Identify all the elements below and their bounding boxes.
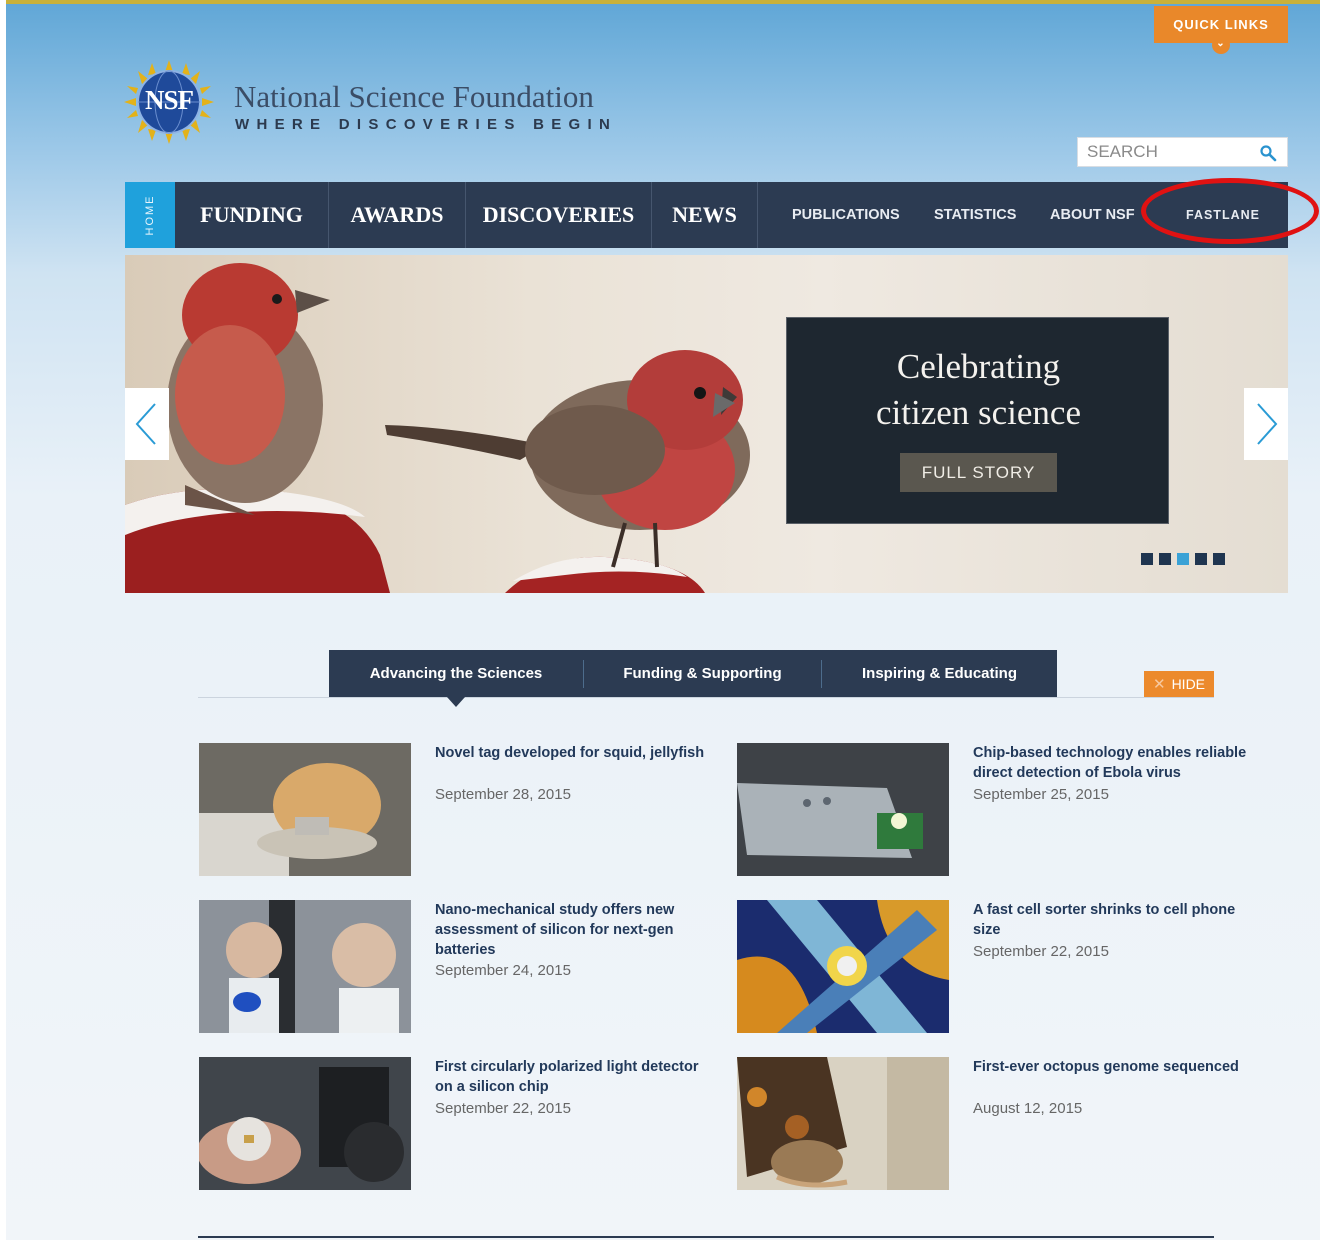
- story-date: August 12, 2015: [973, 1100, 1083, 1117]
- story-date: September 24, 2015: [435, 962, 571, 979]
- carousel-indicators: [1141, 553, 1225, 565]
- chevron-left-icon: [135, 403, 156, 445]
- tab-advancing-the-sciences[interactable]: Advancing the Sciences: [329, 650, 583, 697]
- story-title[interactable]: Nano-mechanical study offers new assessm…: [435, 900, 715, 960]
- tagline: WHERE DISCOVERIES BEGIN: [235, 116, 618, 133]
- chevron-down-icon: ⌄: [1212, 36, 1230, 54]
- tab-funding-supporting[interactable]: Funding & Supporting: [584, 650, 821, 697]
- quick-links-label: QUICK LINKS: [1173, 17, 1269, 32]
- nav-home[interactable]: HOME: [125, 182, 175, 248]
- hide-button[interactable]: ✕ HIDE: [1144, 671, 1214, 697]
- story-title[interactable]: Chip-based technology enables reliable d…: [973, 743, 1253, 783]
- tab-inspiring-educating[interactable]: Inspiring & Educating: [822, 650, 1057, 697]
- story-thumbnail[interactable]: [199, 743, 411, 876]
- hide-label: HIDE: [1171, 676, 1206, 692]
- hero-headline-line1: Celebrating: [896, 347, 1061, 386]
- carousel-dot[interactable]: [1141, 553, 1153, 565]
- carousel-dot[interactable]: [1159, 553, 1171, 565]
- story-thumbnail[interactable]: [737, 743, 949, 876]
- tab-divider-line: [198, 697, 1214, 698]
- hero-carousel: Celebrating citizen science FULL STORY: [125, 255, 1288, 593]
- carousel-dot-active[interactable]: [1177, 553, 1189, 565]
- story-date: September 22, 2015: [435, 1100, 571, 1117]
- story-item[interactable]: A fast cell sorter shrinks to cell phone…: [737, 900, 1257, 1033]
- nav-news[interactable]: NEWS: [652, 182, 758, 248]
- org-name[interactable]: National Science Foundation: [234, 79, 594, 115]
- content-tabs: Advancing the Sciences Funding & Support…: [329, 650, 1057, 697]
- close-icon: ✕: [1152, 676, 1166, 693]
- story-item[interactable]: First circularly polarized light detecto…: [199, 1057, 719, 1190]
- nav-awards[interactable]: AWARDS: [329, 182, 466, 248]
- top-border: [0, 0, 1320, 4]
- window-edge: [0, 0, 6, 1240]
- quick-links-button[interactable]: QUICK LINKS ⌄: [1154, 6, 1288, 54]
- story-item[interactable]: Chip-based technology enables reliable d…: [737, 743, 1257, 876]
- story-title[interactable]: A fast cell sorter shrinks to cell phone…: [973, 900, 1253, 940]
- story-title[interactable]: First-ever octopus genome sequenced: [973, 1057, 1253, 1077]
- main-nav: HOME FUNDING AWARDS DISCOVERIES NEWS PUB…: [125, 182, 1288, 248]
- story-thumbnail[interactable]: [737, 1057, 949, 1190]
- carousel-prev-button[interactable]: [125, 388, 169, 460]
- story-thumbnail[interactable]: [199, 1057, 411, 1190]
- story-title[interactable]: First circularly polarized light detecto…: [435, 1057, 715, 1097]
- nav-statistics[interactable]: STATISTICS: [934, 182, 1050, 248]
- chevron-right-icon: [1257, 403, 1278, 445]
- active-tab-pointer: [447, 697, 465, 707]
- logo-text: NSF: [144, 85, 194, 115]
- carousel-next-button[interactable]: [1244, 388, 1288, 460]
- search-box: [1077, 137, 1288, 167]
- carousel-dot[interactable]: [1195, 553, 1207, 565]
- story-item[interactable]: Nano-mechanical study offers new assessm…: [199, 900, 719, 1033]
- full-story-button[interactable]: FULL STORY: [900, 453, 1057, 492]
- story-item[interactable]: First-ever octopus genome sequenced Augu…: [737, 1057, 1257, 1190]
- nav-publications[interactable]: PUBLICATIONS: [758, 182, 934, 248]
- nav-funding[interactable]: FUNDING: [175, 182, 329, 248]
- story-date: September 25, 2015: [973, 786, 1109, 803]
- nav-home-label: HOME: [144, 194, 156, 236]
- fastlane-highlight-ring: [1141, 178, 1319, 244]
- search-icon[interactable]: [1259, 144, 1277, 162]
- search-input[interactable]: [1078, 138, 1248, 166]
- nsf-logo[interactable]: NSF: [124, 60, 214, 144]
- hero-headline-line2: citizen science: [875, 393, 1081, 432]
- story-date: September 22, 2015: [973, 943, 1109, 960]
- story-item[interactable]: Novel tag developed for squid, jellyfish…: [199, 743, 719, 876]
- nav-discoveries[interactable]: DISCOVERIES: [466, 182, 652, 248]
- carousel-dot[interactable]: [1213, 553, 1225, 565]
- story-date: September 28, 2015: [435, 786, 571, 803]
- story-title[interactable]: Novel tag developed for squid, jellyfish: [435, 743, 715, 763]
- section-bottom-rule: [198, 1236, 1214, 1238]
- hero-caption: Celebrating citizen science FULL STORY: [786, 317, 1169, 524]
- story-thumbnail[interactable]: [199, 900, 411, 1033]
- hero-headline[interactable]: Celebrating citizen science: [787, 344, 1170, 436]
- story-thumbnail[interactable]: [737, 900, 949, 1033]
